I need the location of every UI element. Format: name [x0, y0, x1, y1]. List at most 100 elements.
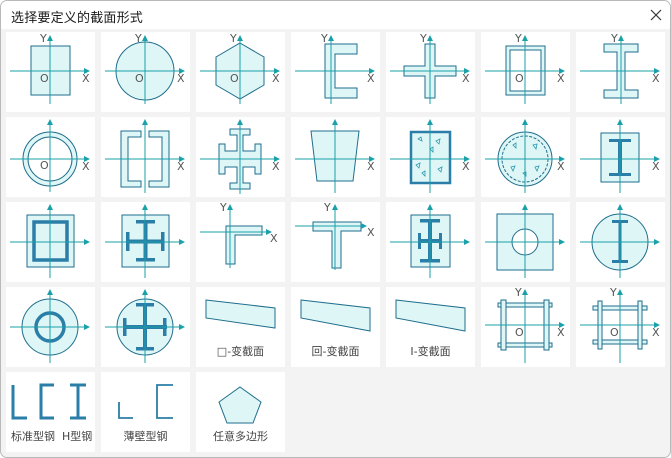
- axis-x: X: [82, 72, 90, 85]
- axis-x: X: [272, 72, 280, 85]
- close-button[interactable]: [644, 3, 668, 27]
- axis-x: X: [272, 160, 280, 173]
- axis-x: X: [367, 72, 375, 85]
- axis-x: X: [557, 72, 565, 85]
- tile-circle-encased-i-section[interactable]: [576, 202, 665, 282]
- tile-lattice-section-b[interactable]: Y O X: [576, 286, 665, 367]
- box-tapered-label: 回-变截面: [291, 343, 380, 359]
- tile-circle-encased-pipe-section[interactable]: [6, 287, 95, 367]
- axis-x: X: [557, 326, 565, 339]
- tile-trapezoid-section[interactable]: X: [291, 117, 380, 197]
- tile-cruciform-i-section[interactable]: X: [196, 117, 285, 197]
- tile-tee-section[interactable]: Y X: [291, 201, 380, 282]
- axis-x: X: [367, 226, 375, 239]
- tile-polygon-section[interactable]: 任意多边形: [196, 372, 285, 452]
- box-tapered-label-text: -变截面: [322, 345, 360, 358]
- axis-origin: O: [230, 72, 239, 85]
- axis-x: X: [462, 72, 470, 85]
- standard-steel-label: 标准型钢: [11, 430, 55, 443]
- tile-pipe-section[interactable]: O X: [6, 117, 95, 197]
- tile-i-tapered-section[interactable]: I-变截面: [386, 287, 475, 367]
- axis-y: Y: [610, 286, 617, 299]
- polygon-section-label: 任意多边形: [213, 430, 268, 443]
- axis-x: X: [652, 326, 660, 339]
- rect-tapered-label-icon: □: [216, 345, 228, 358]
- tee-section-icon: [295, 204, 367, 270]
- concrete-circle-section-icon: [485, 119, 565, 193]
- tile-rect-tapered-section[interactable]: □-变截面: [196, 287, 285, 367]
- axis-origin: O: [40, 72, 49, 85]
- axis-x: X: [367, 160, 375, 173]
- cruciform-i-section-icon: [200, 119, 280, 194]
- axis-origin: O: [135, 72, 144, 85]
- rect-encased-double-i-section-icon: [390, 204, 470, 278]
- axis-x: X: [177, 160, 185, 173]
- tile-rect-with-hole-section[interactable]: [481, 202, 570, 282]
- tile-thin-walled-steel[interactable]: 薄壁型钢: [101, 372, 190, 452]
- axis-x: X: [652, 160, 660, 173]
- axis-y: Y: [515, 32, 522, 45]
- axis-y: Y: [321, 32, 328, 45]
- circle-encased-pipe-section-icon: [10, 289, 90, 363]
- tile-hexagon-section[interactable]: Y O X: [196, 32, 285, 112]
- tile-rect-encased-i-section[interactable]: X: [576, 117, 665, 197]
- axis-y: Y: [611, 32, 618, 45]
- close-icon: [650, 9, 662, 21]
- tile-rect-encased-double-i-section[interactable]: [386, 202, 475, 282]
- tile-concrete-circle-section[interactable]: X: [481, 117, 570, 197]
- rect-tapered-label: □-变截面: [196, 343, 285, 359]
- axis-y: Y: [220, 201, 227, 214]
- concrete-rect-section-icon: [390, 119, 470, 193]
- tile-circle-section[interactable]: Y O X: [101, 32, 190, 112]
- tile-double-channel-section[interactable]: X: [101, 117, 190, 197]
- tile-rect-box-encased-section[interactable]: [6, 202, 95, 282]
- tile-rectangle-section[interactable]: Y O X: [6, 32, 95, 112]
- tile-box-tapered-section[interactable]: 回-变截面: [291, 287, 380, 367]
- circle-encased-i-section-icon: [580, 204, 660, 278]
- axis-x: X: [82, 160, 90, 173]
- axis-origin: O: [40, 159, 49, 172]
- section-grid: Y O X Y O X Y O X Y X Y X Y O X Y X O X …: [1, 29, 670, 457]
- thin-walled-steel-label: 薄壁型钢: [123, 430, 168, 443]
- tile-rect-encased-cross-i-section[interactable]: [101, 202, 190, 282]
- tile-box-section[interactable]: Y O X: [481, 32, 570, 112]
- tile-circle-encased-cross-i-section[interactable]: [101, 287, 190, 367]
- axis-x: X: [270, 232, 278, 245]
- axis-origin: O: [515, 326, 524, 339]
- dialog-title: 选择要定义的截面形式: [11, 11, 144, 26]
- tile-angle-section[interactable]: Y X: [196, 201, 285, 282]
- axis-y: Y: [515, 286, 522, 299]
- tile-i-beam-section[interactable]: Y X: [576, 32, 665, 112]
- axis-y: Y: [420, 32, 427, 45]
- section-type-dialog: 选择要定义的截面形式 Y O X Y O X Y O X Y X Y X Y O…: [0, 0, 671, 458]
- axis-y: Y: [135, 32, 142, 45]
- tile-concrete-rect-section[interactable]: X: [386, 117, 475, 197]
- trapezoid-section-icon: [295, 119, 375, 193]
- box-tapered-label-icon: 回: [311, 345, 323, 358]
- rect-encased-cross-i-section-icon: [105, 204, 185, 278]
- i-tapered-label-text: -变截面: [413, 345, 451, 358]
- axis-y: Y: [40, 32, 47, 45]
- double-channel-section-icon: [105, 119, 185, 193]
- h-steel-label: H型钢: [62, 430, 93, 443]
- pipe-section-icon: [10, 119, 90, 192]
- axis-x: X: [652, 72, 660, 85]
- axis-x: X: [557, 160, 565, 173]
- axis-origin: O: [610, 326, 619, 339]
- title-bar: 选择要定义的截面形式: [1, 1, 670, 29]
- tile-lattice-section-a[interactable]: Y O X: [481, 286, 570, 367]
- tile-cross-section[interactable]: Y X: [386, 32, 475, 112]
- axis-origin: O: [515, 72, 524, 85]
- i-tapered-label: I-变截面: [386, 343, 475, 359]
- tile-channel-section[interactable]: Y X: [291, 32, 380, 112]
- axis-x: X: [462, 160, 470, 173]
- circle-encased-cross-i-section-icon: [105, 289, 185, 363]
- rect-encased-i-section-icon: [580, 119, 660, 193]
- rect-with-hole-section-icon: [485, 204, 565, 278]
- axis-y: Y: [324, 201, 331, 214]
- rect-tapered-label-text: -变截面: [227, 345, 265, 358]
- axis-y: Y: [230, 32, 237, 45]
- rect-box-encased-section-icon: [10, 204, 90, 278]
- tile-standard-steel[interactable]: 标准型钢 H型钢: [6, 372, 95, 452]
- axis-x: X: [177, 72, 185, 85]
